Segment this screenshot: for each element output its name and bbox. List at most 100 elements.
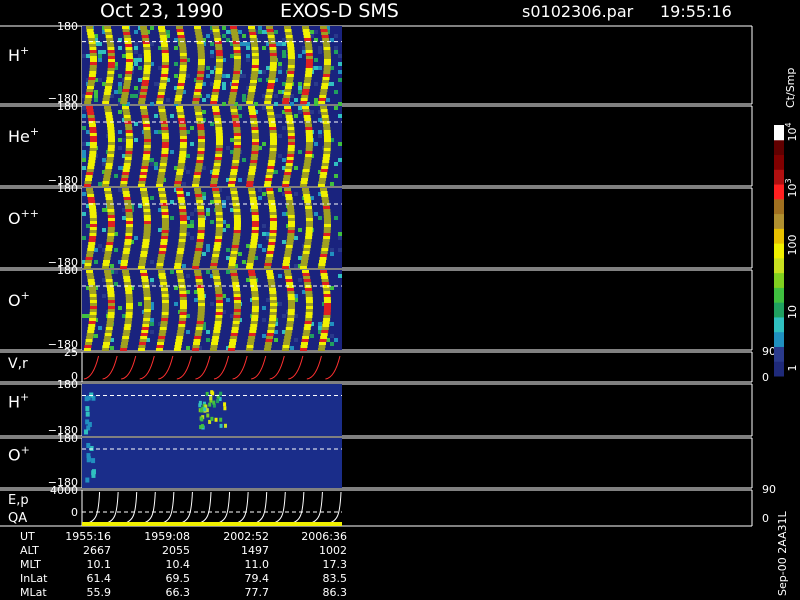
spin-stripe-cell	[323, 294, 331, 297]
spin-stripe-cell	[158, 333, 166, 336]
spin-stripe-cell	[89, 300, 97, 303]
heatmap-cell	[262, 30, 266, 34]
spin-stripe-cell	[269, 300, 277, 303]
spin-stripe-cell	[323, 236, 331, 239]
lower-heatmap-cell	[86, 443, 91, 449]
heatmap-cell	[186, 290, 190, 294]
spin-stripe-cell	[84, 345, 92, 348]
spin-stripe-cell	[197, 53, 205, 56]
spin-stripe-cell	[125, 218, 133, 221]
spin-stripe-cell	[251, 288, 259, 291]
spin-stripe-cell	[287, 212, 295, 215]
spin-stripe-cell	[106, 200, 114, 203]
spin-stripe-cell	[230, 270, 237, 273]
spin-stripe-cell	[230, 86, 238, 89]
spin-stripe-cell	[323, 56, 331, 59]
spin-stripe-cell	[143, 230, 151, 233]
spin-stripe-cell	[286, 200, 294, 203]
spin-stripe-cell	[231, 197, 239, 200]
heatmap-cell	[134, 50, 138, 54]
spin-stripe-cell	[158, 188, 165, 191]
spin-stripe-cell	[212, 172, 220, 175]
heatmap-cell	[154, 162, 158, 166]
spin-stripe-cell	[300, 181, 308, 184]
heatmap-cell	[262, 46, 266, 50]
heatmap-cell	[134, 58, 138, 62]
spin-stripe-cell	[269, 236, 277, 239]
spin-stripe-cell	[284, 109, 292, 112]
spin-stripe-cell	[302, 251, 310, 254]
spin-stripe-cell	[250, 80, 258, 83]
heatmap-cell	[134, 30, 138, 34]
spin-stripe-cell	[176, 26, 183, 29]
spin-stripe-cell	[159, 32, 167, 35]
spin-stripe-cell	[230, 29, 238, 32]
spin-stripe-cell	[195, 276, 203, 279]
spin-stripe-cell	[176, 251, 184, 254]
spin-stripe-cell	[179, 224, 187, 227]
spin-stripe-cell	[122, 89, 130, 92]
heatmap-cell	[206, 66, 210, 70]
spin-stripe-cell	[305, 300, 313, 303]
spin-stripe-cell	[139, 178, 147, 181]
spin-stripe-cell	[107, 154, 115, 157]
spin-stripe-cell	[194, 191, 202, 194]
spin-stripe-cell	[230, 336, 238, 339]
spin-stripe-cell	[101, 266, 109, 269]
spin-stripe-cell	[124, 74, 132, 77]
spin-stripe-cell	[232, 38, 240, 41]
lower-heatmap-blob-cell	[203, 407, 207, 412]
spin-stripe-cell	[287, 230, 295, 233]
heatmap-cell	[278, 114, 282, 118]
spin-stripe-cell	[179, 212, 187, 215]
spin-stripe-cell	[87, 279, 95, 282]
spin-stripe-cell	[323, 139, 331, 142]
spin-stripe-cell	[323, 130, 331, 133]
spin-stripe-cell	[305, 71, 313, 74]
spin-stripe-cell	[213, 330, 221, 333]
spin-stripe-cell	[138, 345, 146, 348]
spin-stripe-cell	[287, 59, 295, 62]
spin-stripe-cell	[210, 98, 218, 101]
spin-stripe-cell	[197, 230, 205, 233]
spin-stripe-cell	[89, 139, 97, 142]
spin-stripe-cell	[89, 303, 97, 306]
spin-stripe-cell	[175, 175, 183, 178]
spin-stripe-cell	[102, 345, 110, 348]
spin-stripe-cell	[125, 306, 133, 309]
spin-stripe-cell	[269, 136, 277, 139]
heatmap-cell	[238, 178, 242, 182]
spin-stripe-cell	[86, 188, 93, 191]
spin-stripe-cell	[287, 300, 295, 303]
heatmap-cell	[230, 314, 234, 318]
table-row-label: MLat	[20, 586, 47, 599]
spin-stripe-cell	[196, 160, 204, 163]
spin-stripe-cell	[88, 38, 96, 41]
spin-stripe-cell	[323, 291, 331, 294]
colorbar: Ct/Smp 110100103104	[774, 68, 799, 377]
spin-stripe-cell	[193, 178, 201, 181]
spin-stripe-cell	[197, 136, 205, 139]
spin-stripe-cell	[304, 282, 312, 285]
heatmap-cell	[206, 338, 210, 342]
spin-stripe-cell	[269, 291, 277, 294]
spin-stripe-cell	[159, 112, 167, 115]
spin-stripe-cell	[303, 112, 311, 115]
spin-stripe-cell	[248, 109, 256, 112]
spin-stripe-cell	[229, 92, 237, 95]
spin-stripe-cell	[86, 254, 94, 257]
spin-stripe-cell	[104, 191, 112, 194]
spin-stripe-cell	[143, 65, 151, 68]
spin-stripe-cell	[214, 321, 222, 324]
heatmap-cell	[182, 182, 186, 186]
spin-stripe-cell	[125, 133, 133, 136]
spin-stripe-cell	[89, 236, 97, 239]
spin-stripe-cell	[318, 101, 326, 104]
heatmap-cell	[186, 154, 190, 158]
spin-stripe-cell	[175, 178, 183, 181]
spin-stripe-cell	[247, 257, 255, 260]
spin-stripe-cell	[232, 157, 240, 160]
spin-stripe-cell	[87, 115, 95, 118]
spin-stripe-cell	[320, 109, 328, 112]
spin-stripe-cell	[212, 106, 219, 109]
